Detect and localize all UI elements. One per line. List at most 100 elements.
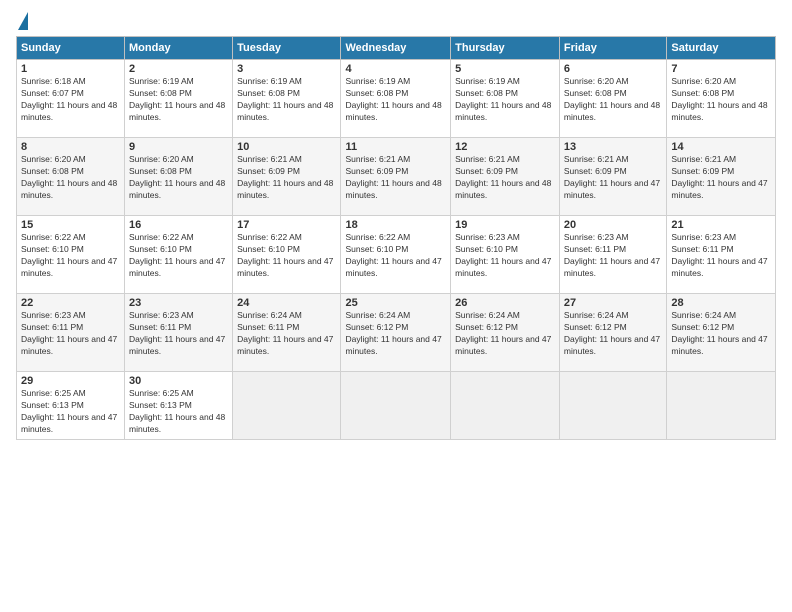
day-info: Sunrise: 6:24 AM Sunset: 6:12 PM Dayligh… [671,310,771,358]
sunset-text: Sunset: 6:09 PM [237,166,336,178]
daylight-text: Daylight: 11 hours and 47 minutes. [455,334,555,358]
sunrise-text: Sunrise: 6:24 AM [237,310,336,322]
daylight-text: Daylight: 11 hours and 48 minutes. [564,100,662,124]
calendar-day-cell: 26 Sunrise: 6:24 AM Sunset: 6:12 PM Dayl… [451,294,560,372]
calendar-day-cell [559,372,666,440]
calendar-day-cell [667,372,776,440]
day-info: Sunrise: 6:24 AM Sunset: 6:11 PM Dayligh… [237,310,336,358]
day-number: 11 [345,141,446,153]
sunset-text: Sunset: 6:10 PM [129,244,228,256]
daylight-text: Daylight: 11 hours and 48 minutes. [237,100,336,124]
sunset-text: Sunset: 6:08 PM [671,88,771,100]
header [16,12,776,28]
day-number: 10 [237,141,336,153]
sunrise-text: Sunrise: 6:21 AM [237,154,336,166]
sunrise-text: Sunrise: 6:24 AM [671,310,771,322]
calendar-day-cell: 7 Sunrise: 6:20 AM Sunset: 6:08 PM Dayli… [667,60,776,138]
day-info: Sunrise: 6:25 AM Sunset: 6:13 PM Dayligh… [129,388,228,436]
sunset-text: Sunset: 6:08 PM [129,166,228,178]
day-number: 22 [21,297,120,309]
calendar-weekday-header: Friday [559,37,666,60]
calendar-weekday-header: Saturday [667,37,776,60]
calendar-day-cell: 10 Sunrise: 6:21 AM Sunset: 6:09 PM Dayl… [233,138,341,216]
day-number: 27 [564,297,662,309]
sunset-text: Sunset: 6:11 PM [671,244,771,256]
day-info: Sunrise: 6:22 AM Sunset: 6:10 PM Dayligh… [237,232,336,280]
day-number: 4 [345,63,446,75]
day-info: Sunrise: 6:21 AM Sunset: 6:09 PM Dayligh… [671,154,771,202]
calendar-day-cell: 25 Sunrise: 6:24 AM Sunset: 6:12 PM Dayl… [341,294,451,372]
calendar-table: SundayMondayTuesdayWednesdayThursdayFrid… [16,36,776,440]
day-number: 5 [455,63,555,75]
calendar-day-cell: 9 Sunrise: 6:20 AM Sunset: 6:08 PM Dayli… [125,138,233,216]
sunrise-text: Sunrise: 6:19 AM [345,76,446,88]
calendar-day-cell: 15 Sunrise: 6:22 AM Sunset: 6:10 PM Dayl… [17,216,125,294]
day-number: 17 [237,219,336,231]
sunset-text: Sunset: 6:13 PM [129,400,228,412]
calendar-day-cell: 2 Sunrise: 6:19 AM Sunset: 6:08 PM Dayli… [125,60,233,138]
day-number: 12 [455,141,555,153]
daylight-text: Daylight: 11 hours and 48 minutes. [129,412,228,436]
sunrise-text: Sunrise: 6:18 AM [21,76,120,88]
sunset-text: Sunset: 6:11 PM [129,322,228,334]
daylight-text: Daylight: 11 hours and 47 minutes. [564,334,662,358]
calendar-day-cell: 22 Sunrise: 6:23 AM Sunset: 6:11 PM Dayl… [17,294,125,372]
sunrise-text: Sunrise: 6:22 AM [345,232,446,244]
day-info: Sunrise: 6:21 AM Sunset: 6:09 PM Dayligh… [345,154,446,202]
daylight-text: Daylight: 11 hours and 47 minutes. [345,334,446,358]
sunset-text: Sunset: 6:09 PM [564,166,662,178]
sunrise-text: Sunrise: 6:19 AM [237,76,336,88]
daylight-text: Daylight: 11 hours and 47 minutes. [671,178,771,202]
day-number: 2 [129,63,228,75]
sunrise-text: Sunrise: 6:20 AM [129,154,228,166]
day-number: 8 [21,141,120,153]
sunset-text: Sunset: 6:12 PM [564,322,662,334]
day-info: Sunrise: 6:19 AM Sunset: 6:08 PM Dayligh… [237,76,336,124]
sunrise-text: Sunrise: 6:19 AM [455,76,555,88]
calendar-day-cell: 20 Sunrise: 6:23 AM Sunset: 6:11 PM Dayl… [559,216,666,294]
day-info: Sunrise: 6:22 AM Sunset: 6:10 PM Dayligh… [129,232,228,280]
calendar-day-cell: 16 Sunrise: 6:22 AM Sunset: 6:10 PM Dayl… [125,216,233,294]
day-number: 7 [671,63,771,75]
day-info: Sunrise: 6:21 AM Sunset: 6:09 PM Dayligh… [564,154,662,202]
sunset-text: Sunset: 6:08 PM [345,88,446,100]
sunset-text: Sunset: 6:09 PM [455,166,555,178]
daylight-text: Daylight: 11 hours and 48 minutes. [345,100,446,124]
sunset-text: Sunset: 6:08 PM [455,88,555,100]
daylight-text: Daylight: 11 hours and 48 minutes. [237,178,336,202]
sunset-text: Sunset: 6:13 PM [21,400,120,412]
calendar-day-cell: 30 Sunrise: 6:25 AM Sunset: 6:13 PM Dayl… [125,372,233,440]
day-number: 19 [455,219,555,231]
sunrise-text: Sunrise: 6:23 AM [129,310,228,322]
logo-triangle-icon [18,12,28,30]
day-info: Sunrise: 6:23 AM Sunset: 6:10 PM Dayligh… [455,232,555,280]
sunrise-text: Sunrise: 6:21 AM [671,154,771,166]
sunset-text: Sunset: 6:11 PM [564,244,662,256]
day-info: Sunrise: 6:22 AM Sunset: 6:10 PM Dayligh… [21,232,120,280]
day-info: Sunrise: 6:19 AM Sunset: 6:08 PM Dayligh… [455,76,555,124]
calendar-day-cell [233,372,341,440]
sunset-text: Sunset: 6:10 PM [455,244,555,256]
day-info: Sunrise: 6:20 AM Sunset: 6:08 PM Dayligh… [129,154,228,202]
calendar-day-cell [341,372,451,440]
day-info: Sunrise: 6:21 AM Sunset: 6:09 PM Dayligh… [237,154,336,202]
sunset-text: Sunset: 6:12 PM [671,322,771,334]
sunrise-text: Sunrise: 6:19 AM [129,76,228,88]
day-number: 14 [671,141,771,153]
day-info: Sunrise: 6:20 AM Sunset: 6:08 PM Dayligh… [671,76,771,124]
calendar-weekday-header: Monday [125,37,233,60]
daylight-text: Daylight: 11 hours and 47 minutes. [345,256,446,280]
day-number: 30 [129,375,228,387]
daylight-text: Daylight: 11 hours and 48 minutes. [21,100,120,124]
calendar-day-cell: 12 Sunrise: 6:21 AM Sunset: 6:09 PM Dayl… [451,138,560,216]
calendar-day-cell: 13 Sunrise: 6:21 AM Sunset: 6:09 PM Dayl… [559,138,666,216]
day-number: 26 [455,297,555,309]
daylight-text: Daylight: 11 hours and 47 minutes. [671,256,771,280]
calendar-day-cell: 23 Sunrise: 6:23 AM Sunset: 6:11 PM Dayl… [125,294,233,372]
daylight-text: Daylight: 11 hours and 47 minutes. [237,334,336,358]
sunset-text: Sunset: 6:10 PM [237,244,336,256]
day-number: 9 [129,141,228,153]
sunset-text: Sunset: 6:09 PM [345,166,446,178]
sunset-text: Sunset: 6:08 PM [21,166,120,178]
sunrise-text: Sunrise: 6:25 AM [129,388,228,400]
